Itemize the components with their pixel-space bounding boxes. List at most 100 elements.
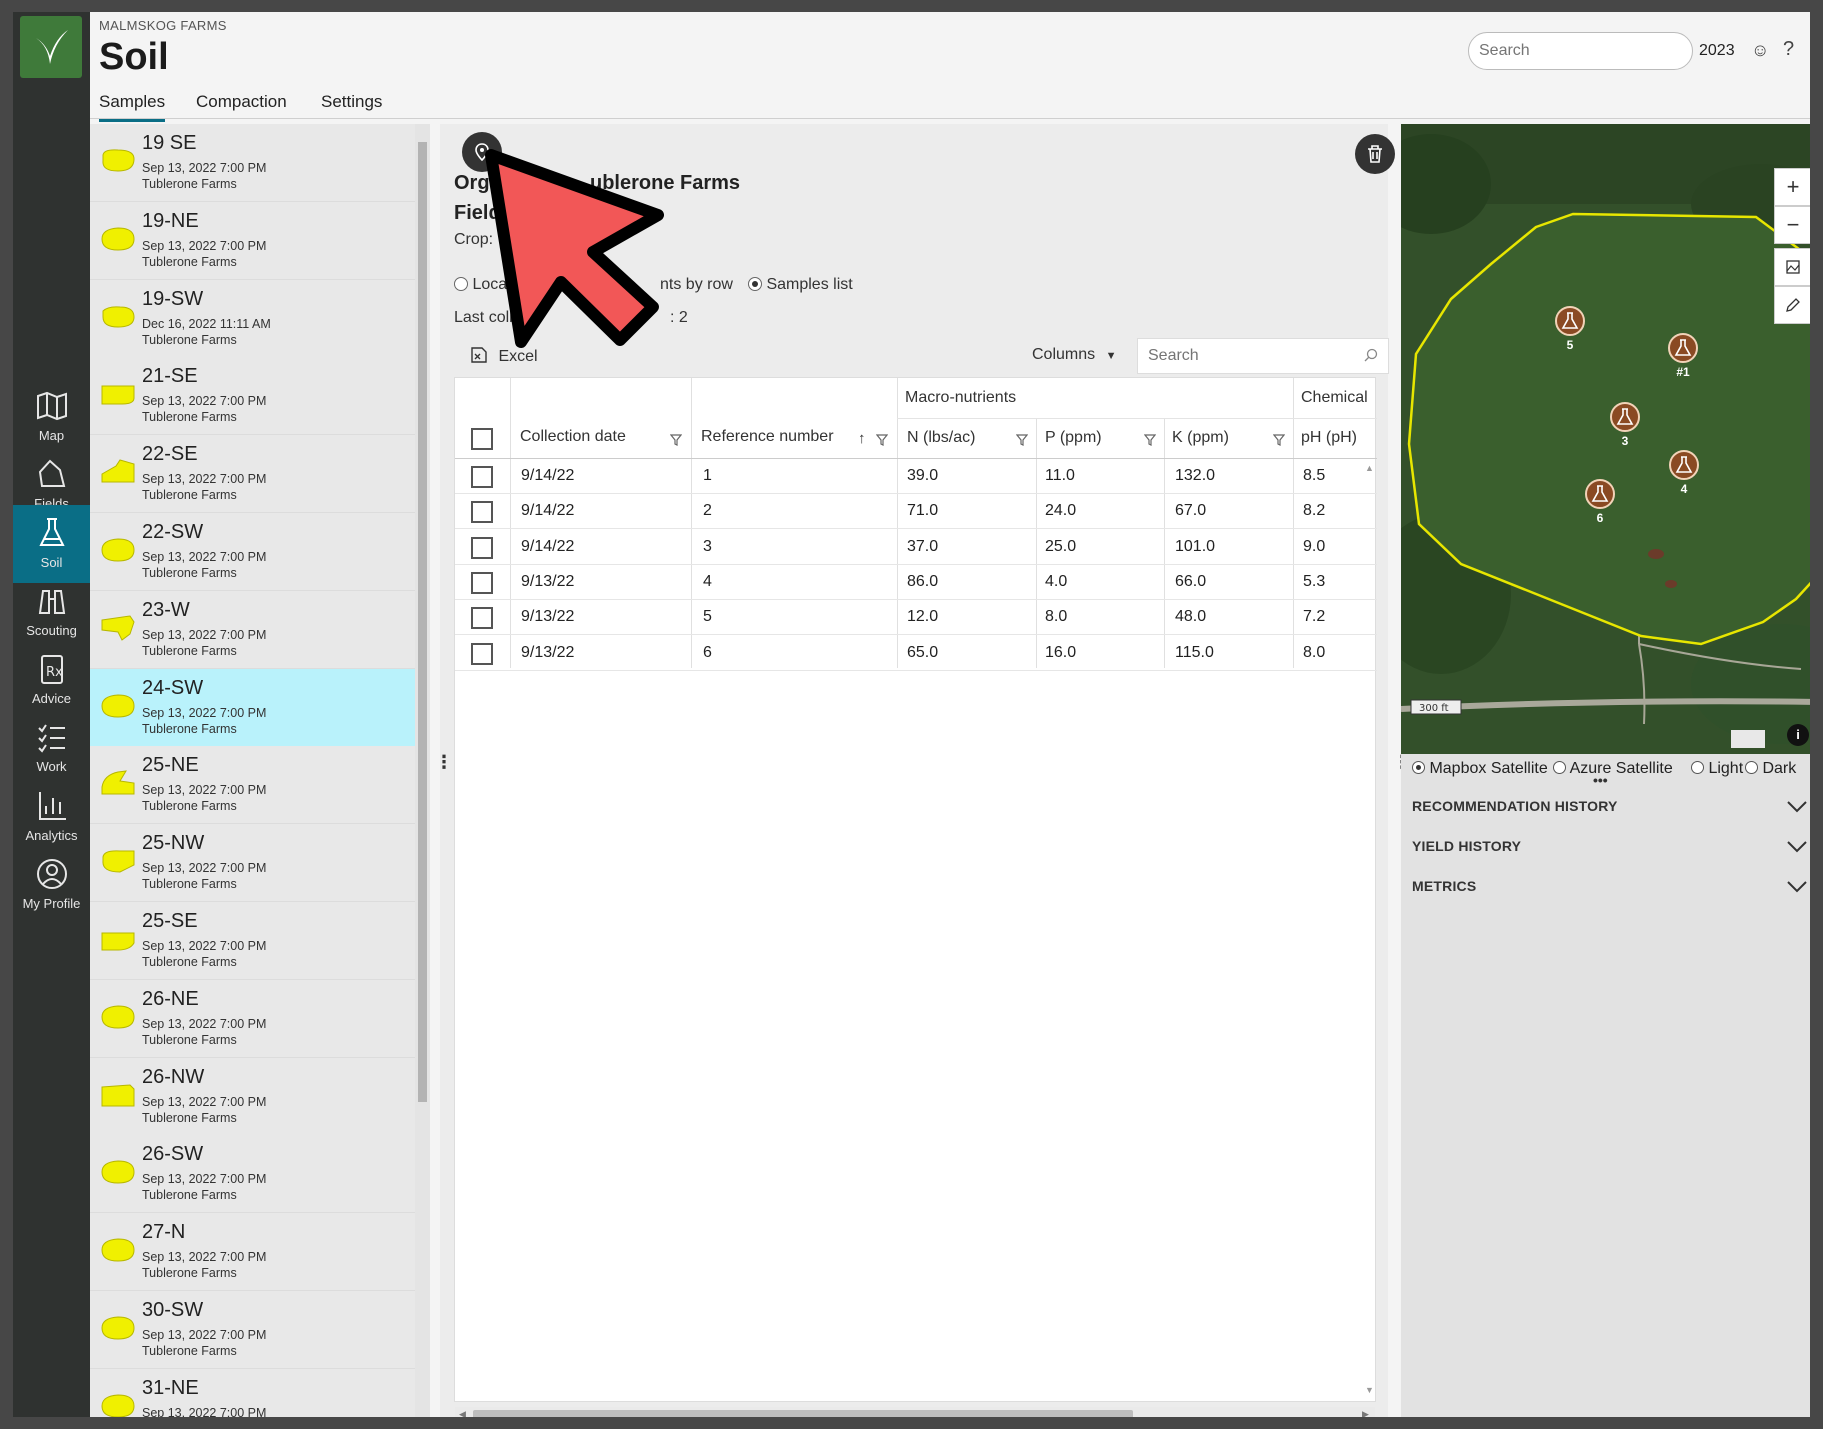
row-checkbox[interactable] bbox=[471, 607, 493, 630]
table-row[interactable]: 9/13/22 5 12.0 8.0 48.0 7.2 bbox=[455, 600, 1377, 636]
zoom-in-button[interactable]: + bbox=[1774, 168, 1810, 206]
nav-item-analytics[interactable]: Analytics bbox=[13, 778, 90, 856]
tab-compaction[interactable]: Compaction bbox=[196, 92, 287, 118]
filter-icon[interactable] bbox=[1273, 434, 1285, 446]
accordion-recommendation-history[interactable]: RECOMMENDATION HISTORY bbox=[1412, 798, 1618, 814]
feedback-icon[interactable]: ☺ bbox=[1751, 40, 1769, 61]
nav-item-advice[interactable]: Rx Advice bbox=[13, 641, 90, 719]
field-list-item[interactable]: 23-W Sep 13, 2022 7:00 PM Tublerone Farms bbox=[90, 590, 415, 669]
field-list-item[interactable]: 26-NW Sep 13, 2022 7:00 PM Tublerone Farms bbox=[90, 1057, 415, 1136]
select-all-checkbox[interactable] bbox=[471, 428, 493, 450]
filter-icon[interactable] bbox=[1016, 434, 1028, 446]
field-list-item[interactable]: 22-SW Sep 13, 2022 7:00 PM Tublerone Farms bbox=[90, 513, 415, 591]
field-list-scroll-thumb[interactable] bbox=[418, 142, 427, 1102]
chevron-down-icon[interactable] bbox=[1786, 840, 1808, 854]
field-list-item[interactable]: 19-SW Dec 16, 2022 11:11 AM Tublerone Farm… bbox=[90, 279, 415, 358]
field-boundary-icon bbox=[102, 850, 135, 873]
field-list-item[interactable]: 25-SE Sep 13, 2022 7:00 PM Tublerone Farms bbox=[90, 902, 415, 980]
nav-item-scouting[interactable]: Scouting bbox=[13, 573, 90, 651]
field-name: 21-SE bbox=[142, 365, 198, 388]
table-cell: 8.2 bbox=[1303, 502, 1326, 520]
row-checkbox[interactable] bbox=[471, 536, 493, 559]
table-row[interactable]: 9/13/22 6 65.0 16.0 115.0 8.0 bbox=[455, 636, 1377, 671]
sample-marker[interactable]: 4 bbox=[1668, 449, 1700, 496]
nav-item-map[interactable]: Map bbox=[13, 378, 90, 456]
zoom-out-button[interactable]: − bbox=[1774, 206, 1810, 244]
field-list-item[interactable]: 22-SE Sep 13, 2022 7:00 PM Tublerone Farms bbox=[90, 435, 415, 514]
global-search-input[interactable] bbox=[1468, 32, 1693, 70]
sample-marker[interactable]: #1 bbox=[1667, 332, 1699, 379]
header-ph[interactable]: pH (pH) bbox=[1301, 429, 1357, 447]
field-list-item[interactable]: 26-SW Sep 13, 2022 7:00 PM Tublerone Farms bbox=[90, 1135, 415, 1214]
table-row[interactable]: 9/14/22 3 37.0 25.0 101.0 9.0 bbox=[455, 530, 1377, 565]
table-scroll-down-icon[interactable]: ▼ bbox=[1365, 1385, 1374, 1395]
sample-marker[interactable]: 5 bbox=[1554, 305, 1586, 352]
row-checkbox[interactable] bbox=[471, 466, 493, 488]
app-window: Map Fields Soil Scouting Rx Advice Work … bbox=[13, 12, 1810, 1417]
left-resize-handle-icon[interactable]: ⋮ bbox=[435, 752, 453, 773]
scroll-left-icon[interactable]: ◀ bbox=[459, 1409, 466, 1417]
field-name: 23-W bbox=[142, 598, 190, 621]
field-list-item[interactable]: 26-NE Sep 13, 2022 7:00 PM Tublerone Farms bbox=[90, 979, 415, 1058]
table-row[interactable]: 9/13/22 4 86.0 4.0 66.0 5.3 bbox=[455, 565, 1377, 600]
field-list-item[interactable]: 25-NE Sep 13, 2022 7:00 PM Tublerone Farms bbox=[90, 746, 415, 825]
row-checkbox[interactable] bbox=[471, 571, 493, 594]
field-list-item[interactable]: 19 SE Sep 13, 2022 7:00 PM Tublerone Farms bbox=[90, 124, 415, 202]
table-scroll-up-icon[interactable]: ▲ bbox=[1365, 463, 1374, 473]
header-p[interactable]: P (ppm) bbox=[1045, 429, 1102, 447]
field-list-item[interactable]: 27-N Sep 13, 2022 7:00 PM Tublerone Farms bbox=[90, 1213, 415, 1292]
left-nav: Map Fields Soil Scouting Rx Advice Work … bbox=[13, 12, 90, 1417]
chevron-down-icon[interactable] bbox=[1786, 800, 1808, 814]
sample-marker[interactable]: 3 bbox=[1609, 401, 1641, 448]
filter-icon[interactable] bbox=[876, 434, 888, 446]
row-checkbox[interactable] bbox=[471, 642, 493, 665]
header-reference-number[interactable]: Reference number bbox=[701, 428, 834, 446]
filter-icon[interactable] bbox=[670, 434, 682, 446]
chevron-down-icon[interactable] bbox=[1786, 880, 1808, 894]
layer-light[interactable]: Light bbox=[1691, 760, 1743, 778]
draw-button[interactable] bbox=[1774, 286, 1810, 324]
field-list-item[interactable]: 31-NESep 13, 2022 7:00 PMTublerone Farms bbox=[90, 1368, 415, 1417]
nav-item-soil[interactable]: Soil bbox=[13, 505, 90, 583]
field-list-item[interactable]: 19-NE Sep 13, 2022 7:00 PM Tublerone Farms bbox=[90, 201, 415, 280]
sample-marker[interactable]: 6 bbox=[1584, 478, 1616, 525]
delete-button[interactable] bbox=[1355, 134, 1395, 174]
accordion-metrics[interactable]: METRICS bbox=[1412, 878, 1476, 894]
header-collection-date[interactable]: Collection date bbox=[520, 428, 626, 446]
field-farm: Tublerone Farms bbox=[142, 721, 237, 736]
field-list-item[interactable]: 25-NW Sep 13, 2022 7:00 PM Tublerone Farms bbox=[90, 824, 415, 903]
binoculars-icon bbox=[38, 590, 65, 614]
app-logo[interactable] bbox=[20, 16, 82, 78]
field-farm: Tublerone Farms bbox=[142, 1266, 237, 1281]
field-list-item[interactable]: 24-SW Sep 13, 2022 7:00 PM Tublerone Farms bbox=[90, 668, 415, 747]
field-list-item[interactable]: 21-SE Sep 13, 2022 7:00 PM Tublerone Farms bbox=[90, 357, 415, 436]
fit-bounds-button[interactable] bbox=[1774, 248, 1810, 286]
table-horizontal-scroll-thumb[interactable] bbox=[473, 1410, 1133, 1417]
columns-dropdown[interactable]: Columns ▼ bbox=[1032, 346, 1116, 364]
sort-asc-icon[interactable]: ↑ bbox=[858, 430, 866, 447]
table-row[interactable]: 9/14/22 1 39.0 11.0 132.0 8.5 bbox=[455, 459, 1377, 494]
radio-samples-list[interactable]: Samples list bbox=[748, 276, 853, 294]
field-list-item[interactable]: 30-SW Sep 13, 2022 7:00 PM Tublerone Farms bbox=[90, 1291, 415, 1369]
table-search-input[interactable] bbox=[1137, 338, 1389, 374]
accordion-yield-history[interactable]: YIELD HISTORY bbox=[1412, 838, 1521, 854]
year-selector[interactable]: 2023 bbox=[1699, 42, 1735, 60]
layer-dark[interactable]: Dark bbox=[1745, 760, 1796, 778]
tab-settings[interactable]: Settings bbox=[321, 92, 382, 118]
filter-icon[interactable] bbox=[1144, 434, 1156, 446]
header-n[interactable]: N (lbs/ac) bbox=[907, 429, 975, 447]
header-k[interactable]: K (ppm) bbox=[1172, 429, 1229, 447]
row-checkbox[interactable] bbox=[471, 501, 493, 524]
layer-azure-satellite[interactable]: Azure Satellite bbox=[1553, 760, 1673, 778]
scroll-right-icon[interactable]: ▶ bbox=[1362, 1409, 1369, 1417]
field-date: Sep 13, 2022 7:00 PM bbox=[142, 627, 267, 642]
sample-marker-label: 4 bbox=[1680, 482, 1688, 496]
nav-item-work[interactable]: Work bbox=[13, 709, 90, 787]
nav-item-my-profile[interactable]: My Profile bbox=[13, 846, 90, 924]
layer-mapbox-satellite[interactable]: Mapbox Satellite bbox=[1412, 760, 1548, 778]
help-icon[interactable]: ? bbox=[1783, 38, 1794, 61]
field-map[interactable]: 300 ft 5 #1 3 4 6 + − i bbox=[1401, 124, 1810, 754]
map-resize-handle-icon[interactable]: ••• bbox=[1593, 772, 1608, 788]
table-row[interactable]: 9/14/22 2 71.0 24.0 67.0 8.2 bbox=[455, 494, 1377, 530]
info-icon[interactable]: i bbox=[1787, 724, 1809, 746]
